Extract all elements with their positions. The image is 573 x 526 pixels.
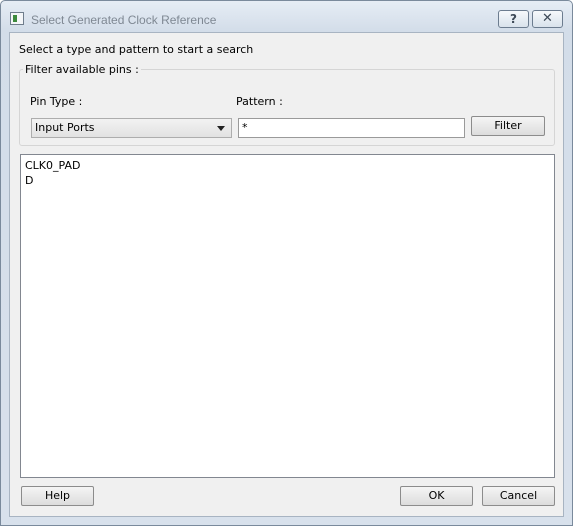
- filter-group: Filter available pins : Pin Type : Patte…: [19, 63, 555, 146]
- pin-type-select[interactable]: Input Ports: [31, 118, 232, 138]
- filter-group-title: Filter available pins :: [23, 63, 141, 76]
- help-caption-button[interactable]: ?: [498, 10, 529, 28]
- close-caption-button[interactable]: ✕: [532, 10, 563, 28]
- dialog-body: Select a type and pattern to start a sea…: [9, 32, 564, 517]
- window-title: Select Generated Clock Reference: [31, 13, 217, 27]
- pin-type-label: Pin Type :: [30, 95, 83, 108]
- cancel-button[interactable]: Cancel: [482, 486, 555, 506]
- list-item[interactable]: D: [25, 173, 550, 188]
- dialog-window: Select Generated Clock Reference ? ✕ Sel…: [0, 0, 573, 526]
- help-button[interactable]: Help: [21, 486, 94, 506]
- pattern-label: Pattern :: [236, 95, 283, 108]
- list-item[interactable]: CLK0_PAD: [25, 158, 550, 173]
- ok-button[interactable]: OK: [400, 486, 473, 506]
- intro-text: Select a type and pattern to start a sea…: [19, 43, 254, 56]
- pin-type-value: Input Ports: [35, 121, 95, 134]
- pattern-input[interactable]: *: [238, 118, 465, 138]
- filter-button[interactable]: Filter: [471, 116, 545, 136]
- chevron-down-icon: [217, 126, 225, 131]
- app-window-icon: [10, 12, 24, 25]
- pin-results-list[interactable]: CLK0_PAD D: [20, 154, 555, 478]
